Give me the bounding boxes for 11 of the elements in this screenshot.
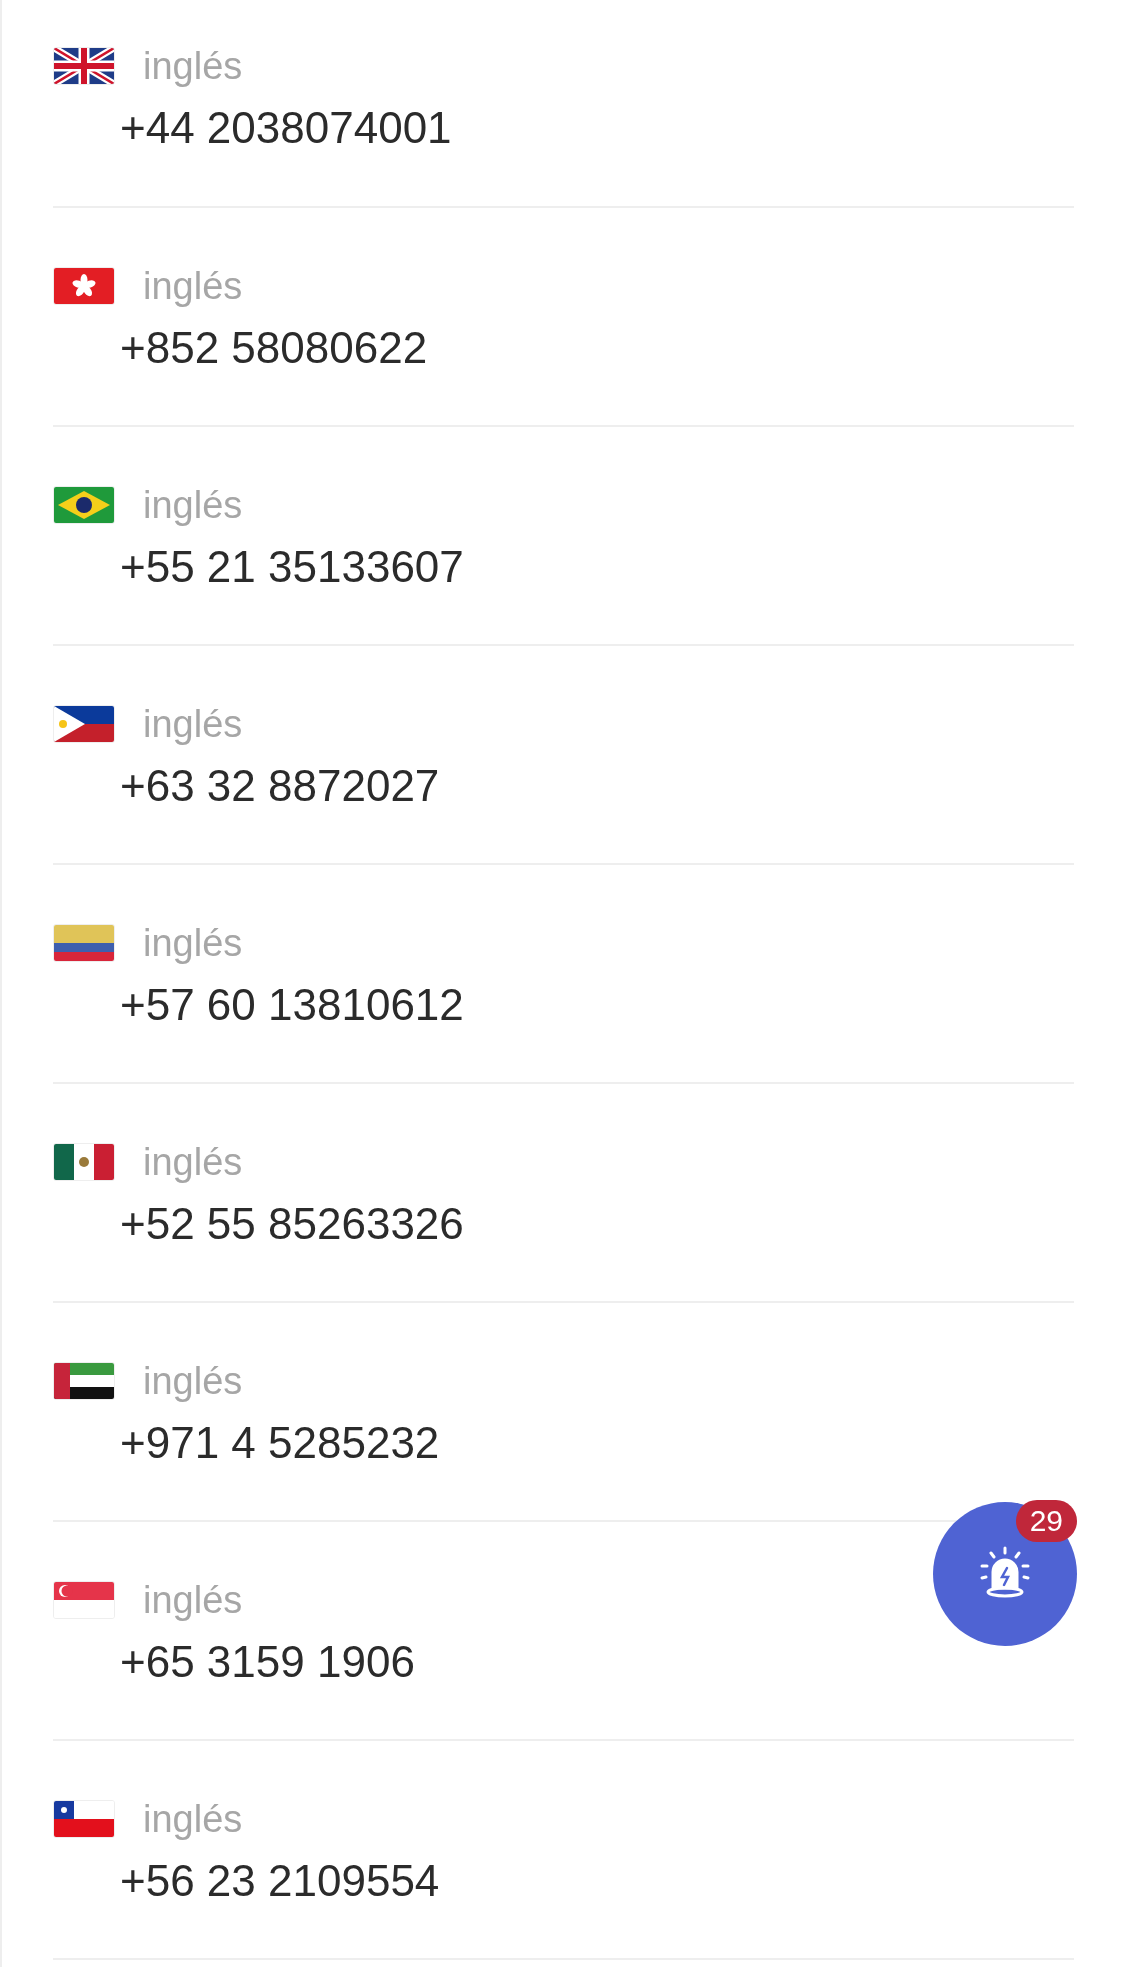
phone-number[interactable]: +55 21 35133607 (120, 543, 464, 591)
alert-button[interactable]: 29 (933, 1502, 1077, 1646)
phone-number[interactable]: +65 3159 1906 (120, 1638, 415, 1686)
phone-number[interactable]: +44 2038074001 (120, 104, 452, 152)
phone-number[interactable]: +852 58080622 (120, 324, 428, 372)
phone-number[interactable]: +63 32 8872027 (120, 762, 440, 810)
phone-number[interactable]: +52 55 85263326 (120, 1200, 464, 1248)
notification-badge: 29 (1015, 1500, 1077, 1542)
phone-number[interactable]: +57 60 13810612 (120, 981, 464, 1029)
phone-number[interactable]: +56 23 2109554 (120, 1857, 440, 1905)
phone-number[interactable]: +971 4 5285232 (120, 1419, 440, 1467)
